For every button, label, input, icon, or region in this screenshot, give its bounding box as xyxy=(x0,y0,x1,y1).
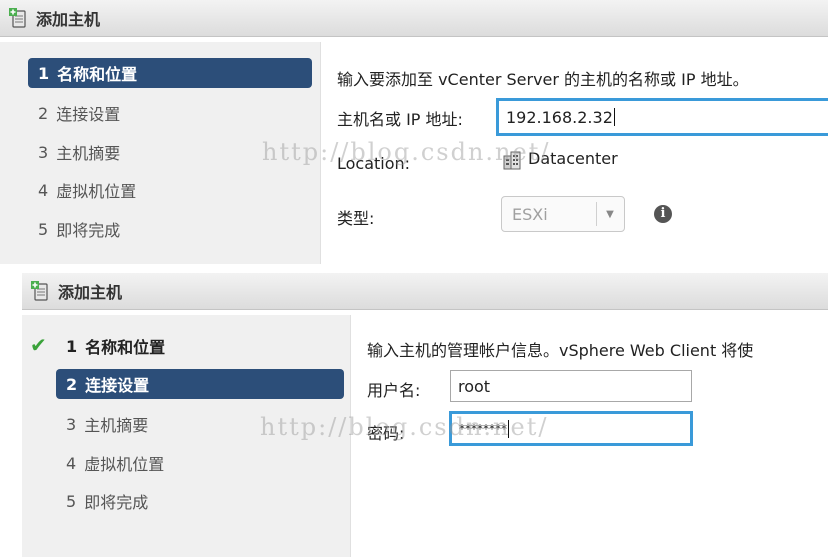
password-input[interactable]: ******** xyxy=(449,411,693,446)
step-number: 4 xyxy=(66,453,77,473)
step-label: 连接设置 xyxy=(56,105,121,124)
username-input[interactable]: root xyxy=(450,370,692,402)
host-address-value: 192.168.2.32 xyxy=(506,107,613,127)
step-number: 2 xyxy=(38,103,49,123)
password-label: 密码: xyxy=(367,424,405,443)
checkmark-icon: ✔ xyxy=(30,333,47,357)
step-number: 3 xyxy=(66,414,77,434)
add-host-panel-step1: 添加主机 1 名称和位置 2 连接设置 3 主机摘要 4 虚拟机位置 5 即将完… xyxy=(0,0,828,264)
step-vm-location[interactable]: 4 虚拟机位置 xyxy=(28,175,312,205)
instruction-text: 输入主机的管理帐户信息。vSphere Web Client 将使 xyxy=(367,341,754,360)
add-host-icon xyxy=(9,8,26,28)
password-value: ******** xyxy=(459,421,507,436)
step-number: 5 xyxy=(38,219,49,239)
step-name-location[interactable]: 1 名称和位置 xyxy=(56,331,344,361)
step-number: 1 xyxy=(66,336,78,356)
username-value: root xyxy=(458,376,491,396)
step-ready-to-complete[interactable]: 5 即将完成 xyxy=(56,486,344,516)
step-label: 主机摘要 xyxy=(56,144,121,163)
location-value[interactable]: Datacenter xyxy=(502,149,618,170)
text-caret xyxy=(508,419,509,438)
step-number: 3 xyxy=(38,142,49,162)
info-icon[interactable]: i xyxy=(654,205,672,223)
dialog-title: 添加主机 xyxy=(36,10,101,29)
step-label: 即将完成 xyxy=(56,221,121,240)
step-name-location[interactable]: 1 名称和位置 xyxy=(28,58,312,88)
datacenter-name: Datacenter xyxy=(528,149,618,168)
host-type-select[interactable]: ESXi ▼ xyxy=(501,196,625,232)
step-label: 虚拟机位置 xyxy=(56,182,137,201)
step-number: 4 xyxy=(38,180,49,200)
dialog-title: 添加主机 xyxy=(58,283,123,302)
chevron-down-icon: ▼ xyxy=(606,208,614,220)
dialog-titlebar: 添加主机 xyxy=(0,0,828,37)
step-number: 1 xyxy=(38,63,50,83)
step-label: 虚拟机位置 xyxy=(84,455,165,474)
host-type-value: ESXi xyxy=(512,204,548,224)
step-label: 名称和位置 xyxy=(57,65,138,84)
step-vm-location[interactable]: 4 虚拟机位置 xyxy=(56,448,344,478)
step-label: 名称和位置 xyxy=(85,338,166,357)
step-connection-settings[interactable]: 2 连接设置 xyxy=(28,98,312,128)
step-label: 即将完成 xyxy=(84,493,149,512)
step-label: 连接设置 xyxy=(85,376,150,395)
text-caret xyxy=(613,108,615,126)
step-number: 5 xyxy=(66,491,77,511)
username-label: 用户名: xyxy=(367,381,421,400)
dialog-titlebar: 添加主机 xyxy=(22,273,828,310)
datacenter-icon xyxy=(503,151,521,169)
add-host-panel-step2: 添加主机 ✔ 1 名称和位置 2 连接设置 3 主机摘要 4 虚拟机位置 5 即… xyxy=(22,273,828,557)
host-label: 主机名或 IP 地址: xyxy=(337,110,463,129)
step-ready-to-complete[interactable]: 5 即将完成 xyxy=(28,214,312,244)
step-host-summary[interactable]: 3 主机摘要 xyxy=(28,137,312,167)
step-label: 主机摘要 xyxy=(84,416,149,435)
wizard-steps-nav: 1 名称和位置 2 连接设置 3 主机摘要 4 虚拟机位置 5 即将完成 xyxy=(0,42,321,264)
add-host-icon xyxy=(31,281,48,301)
step-connection-settings[interactable]: 2 连接设置 xyxy=(56,369,344,399)
host-address-input[interactable]: 192.168.2.32 xyxy=(496,98,828,136)
wizard-steps-nav: ✔ 1 名称和位置 2 连接设置 3 主机摘要 4 虚拟机位置 5 即将完成 xyxy=(22,315,351,557)
instruction-text: 输入要添加至 vCenter Server 的主机的名称或 IP 地址。 xyxy=(337,70,749,89)
type-label: 类型: xyxy=(337,209,375,228)
step-number: 2 xyxy=(66,374,78,394)
location-label: Location: xyxy=(337,154,411,173)
step-host-summary[interactable]: 3 主机摘要 xyxy=(56,409,344,439)
